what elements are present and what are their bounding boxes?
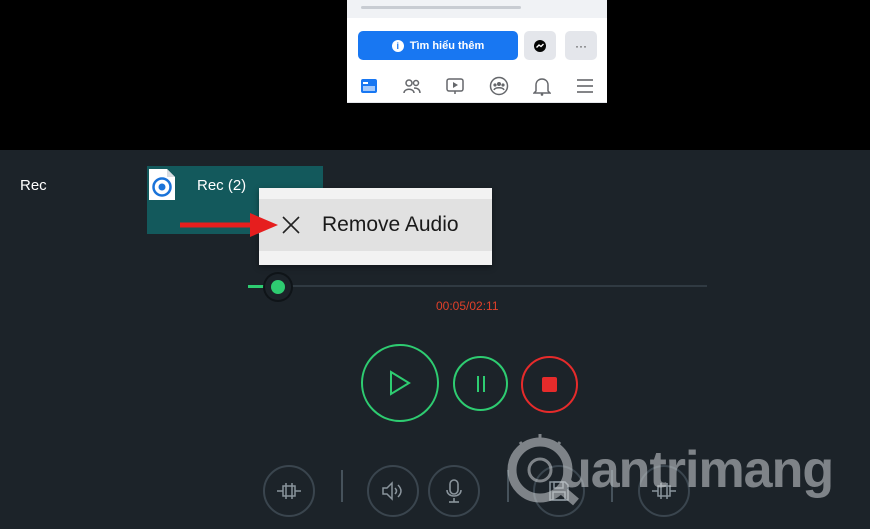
more-label: ··· [575,38,587,53]
close-icon [276,210,306,240]
bell-icon[interactable] [531,75,553,97]
learn-more-button[interactable]: i Tìm hiểu thêm [358,31,518,60]
messenger-icon [534,39,546,52]
track-label: Rec [20,177,47,194]
friends-icon[interactable] [401,75,423,97]
save-button[interactable] [533,465,585,517]
stop-button[interactable] [521,356,578,413]
menu-icon[interactable] [574,75,596,97]
save-icon [549,481,569,501]
timeline-track[interactable] [248,285,707,287]
play-button[interactable] [361,344,439,422]
facebook-preview: i Tìm hiểu thêm ··· [347,0,607,103]
toolbar-divider [341,470,343,502]
remove-audio-label: Remove Audio [322,213,459,236]
info-icon: i [391,39,404,52]
microphone-icon [446,479,462,503]
faded-header [347,0,607,18]
facebook-nav [347,70,607,102]
time-readout: 00:05/02:11 [436,299,499,313]
remove-audio-menu-item[interactable]: Remove Audio [259,199,492,251]
trim-icon [277,483,301,499]
pause-icon [476,375,485,392]
toolbar-divider [611,470,613,502]
trim-icon [652,483,676,499]
context-menu: Remove Audio [259,188,492,265]
watch-icon[interactable] [444,75,466,97]
toolbar-divider [507,470,509,502]
feed-icon[interactable] [358,75,380,97]
speaker-button[interactable] [367,465,419,517]
pause-button[interactable] [453,356,508,411]
speaker-icon [382,481,402,501]
timeline-knob[interactable] [265,274,291,300]
red-arrow-annotation [180,210,280,245]
audio-file-icon [148,168,176,201]
clip-name: Rec (2) [197,177,247,194]
more-button[interactable]: ··· [565,31,597,60]
trim-button[interactable] [638,465,690,517]
microphone-button[interactable] [428,465,480,517]
groups-icon[interactable] [488,75,510,97]
play-icon [390,370,411,396]
messenger-button[interactable] [524,31,556,60]
stop-icon [542,377,557,392]
trim-button[interactable] [263,465,315,517]
learn-more-label: Tìm hiểu thêm [409,39,485,52]
